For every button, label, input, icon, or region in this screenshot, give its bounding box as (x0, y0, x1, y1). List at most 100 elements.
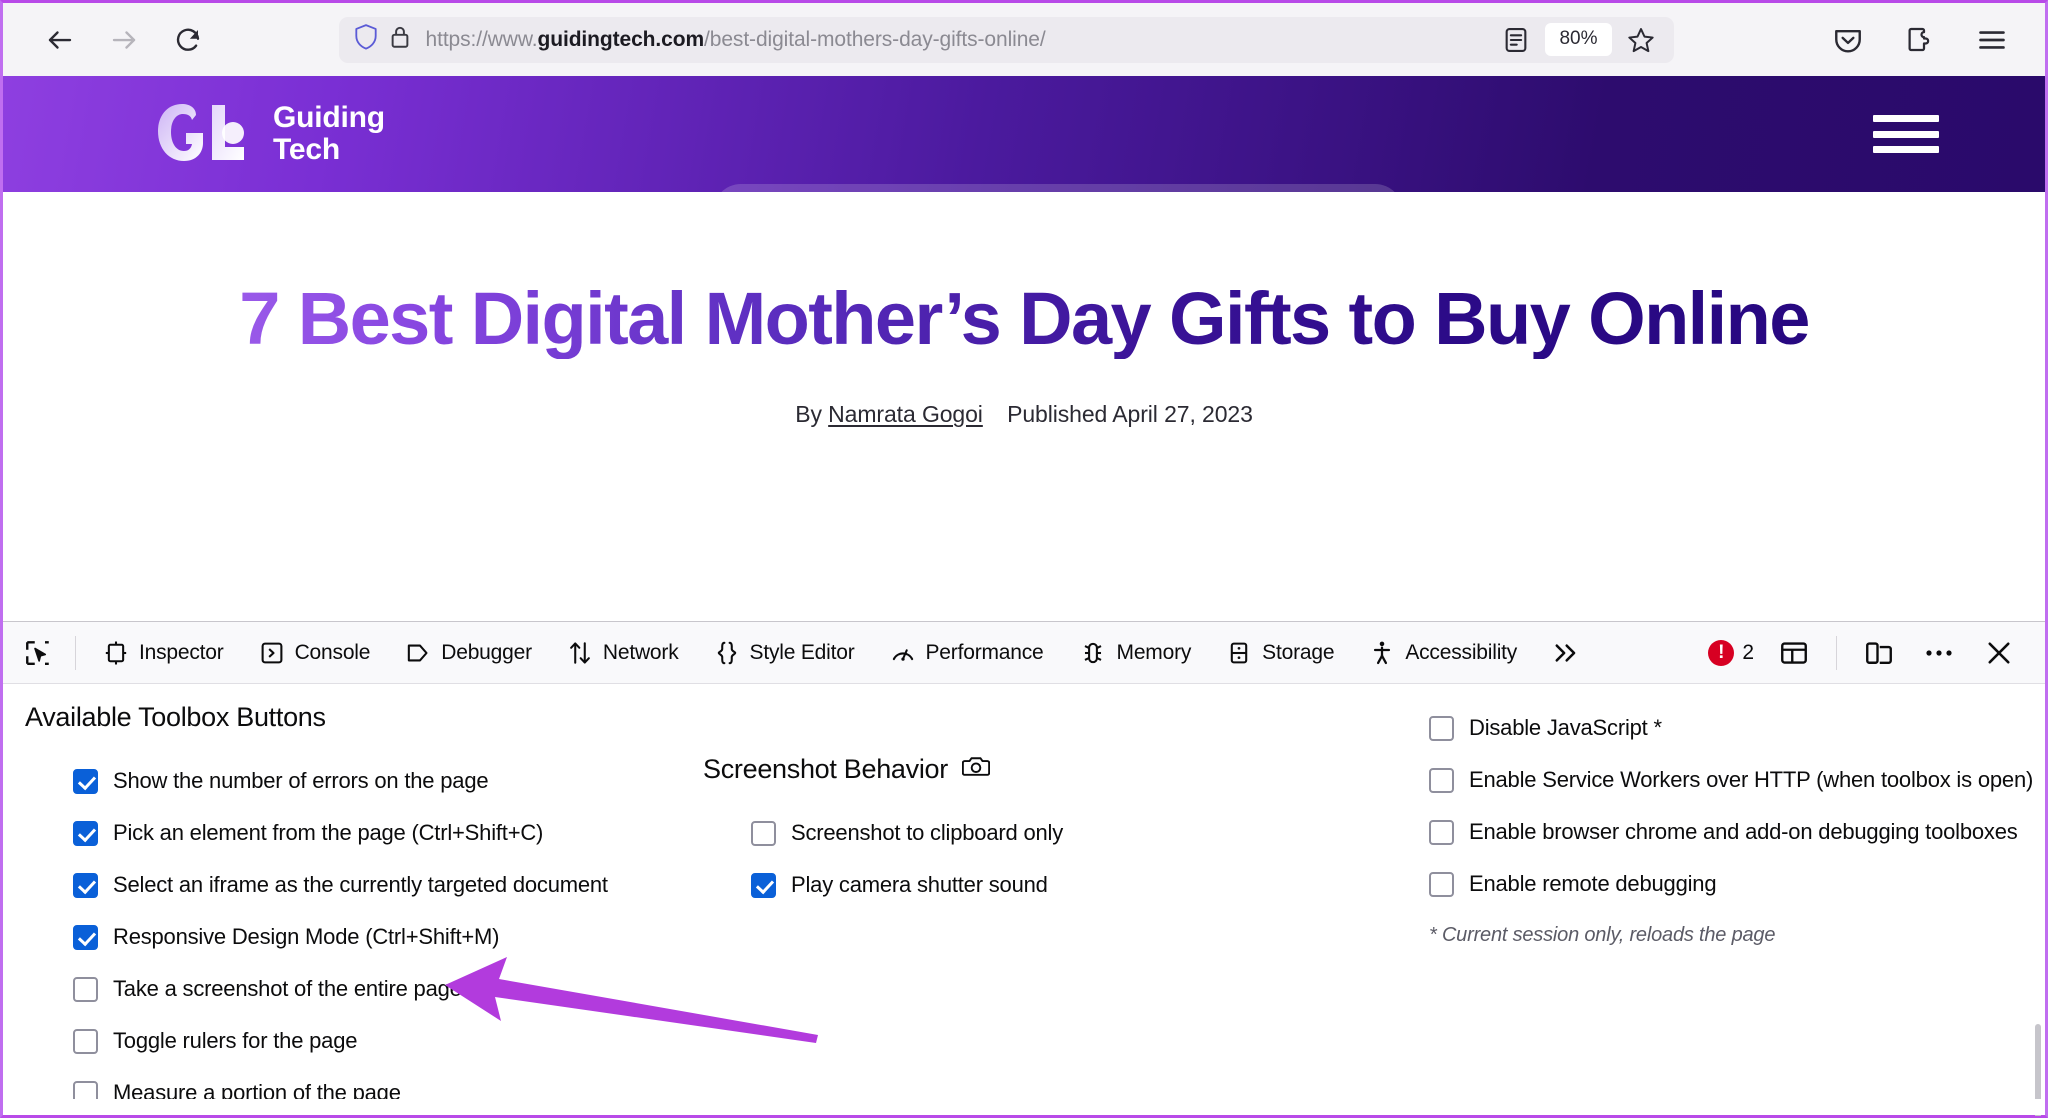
guiding-tech-logo-icon (156, 103, 251, 165)
devtools-meatball-menu-icon[interactable] (1914, 630, 1964, 676)
checkbox-row-show-errors[interactable]: Show the number of errors on the page (25, 755, 703, 807)
article-hero: 7 Best Digital Mother’s Day Gifts to Buy… (3, 192, 2045, 617)
checkbox-disable-javascript[interactable] (1429, 715, 1454, 741)
checkbox-row-remote-debugging[interactable]: Enable remote debugging (1415, 858, 2045, 910)
address-bar-actions: 80% (1497, 21, 1659, 59)
checkbox-select-iframe[interactable] (73, 872, 98, 898)
checkbox-row-disable-javascript[interactable]: Disable JavaScript * (1415, 702, 2045, 754)
zoom-level-badge[interactable]: 80% (1545, 23, 1612, 56)
tracking-protection-shield-icon[interactable] (353, 23, 379, 56)
url-host: guidingtech.com (537, 27, 705, 51)
label-pick-element: Pick an element from the page (Ctrl+Shif… (113, 820, 544, 845)
style-editor-icon (715, 640, 739, 666)
close-devtools-icon[interactable] (1974, 630, 2024, 676)
label-select-iframe: Select an iframe as the currently target… (113, 872, 608, 897)
tab-console[interactable]: Console (242, 622, 389, 684)
checkbox-service-workers[interactable] (1429, 767, 1454, 793)
checkbox-row-service-workers[interactable]: Enable Service Workers over HTTP (when t… (1415, 754, 2045, 806)
tab-style-editor[interactable]: Style Editor (697, 622, 873, 684)
hamburger-menu-icon[interactable] (1971, 19, 2013, 61)
checkbox-row-select-iframe[interactable]: Select an iframe as the currently target… (25, 859, 703, 911)
reload-button[interactable] (165, 17, 211, 63)
tab-storage[interactable]: Storage (1209, 622, 1352, 684)
checkbox-screenshot-clipboard[interactable] (751, 820, 776, 846)
browser-toolbar: https://www.guidingtech.com/best-digital… (3, 3, 2045, 76)
tab-network[interactable]: Network (550, 622, 697, 684)
checkbox-remote-debugging[interactable] (1429, 871, 1454, 897)
forward-button[interactable] (101, 17, 147, 63)
label-screenshot-clipboard: Screenshot to clipboard only (791, 820, 1064, 845)
tab-debugger-label: Debugger (441, 640, 532, 664)
lock-icon[interactable] (389, 24, 411, 55)
tabs-overflow-chevron-icon[interactable] (1535, 640, 1597, 666)
devtools-toolbar: Inspector Console Debugger Network Style… (3, 622, 2045, 684)
checkbox-row-screenshot-clipboard[interactable]: Screenshot to clipboard only (703, 807, 1403, 859)
tab-performance[interactable]: Performance (873, 622, 1062, 684)
camera-icon (961, 754, 991, 785)
address-bar[interactable]: https://www.guidingtech.com/best-digital… (338, 16, 1674, 63)
devtools-scrollbar[interactable] (2034, 746, 2042, 1116)
screenshot-section-title-text: Screenshot Behavior (703, 754, 948, 784)
element-picker-icon[interactable] (11, 630, 65, 676)
url-text[interactable]: https://www.guidingtech.com/best-digital… (421, 28, 1488, 52)
checkbox-row-shutter-sound[interactable]: Play camera shutter sound (703, 859, 1403, 911)
checkbox-pick-element[interactable] (73, 820, 98, 846)
dock-position-icon[interactable] (1769, 630, 1819, 676)
checkbox-row-pick-element[interactable]: Pick an element from the page (Ctrl+Shif… (25, 807, 703, 859)
available-toolbox-buttons-section: Available Toolbox Buttons Show the numbe… (3, 702, 703, 1116)
toolbox-section-title: Available Toolbox Buttons (25, 702, 326, 732)
checkbox-responsive-design-mode[interactable] (73, 924, 98, 950)
burger-line-1 (1873, 115, 1939, 122)
back-button[interactable] (37, 17, 83, 63)
checkbox-browser-chrome-debugging[interactable] (1429, 819, 1454, 845)
tab-inspector[interactable]: Inspector (86, 622, 242, 684)
devtools-toolbar-actions: ! 2 (1698, 630, 2045, 676)
burger-line-3 (1873, 146, 1939, 153)
debugger-icon (406, 641, 430, 665)
url-scheme: https://www. (425, 27, 538, 51)
tab-debugger[interactable]: Debugger (388, 622, 550, 684)
site-search-box[interactable]: Tips, tricks, buying guides & more… (713, 184, 1403, 240)
performance-icon (891, 641, 915, 665)
browser-actions (1801, 19, 2023, 61)
checkbox-shutter-sound[interactable] (751, 872, 776, 898)
tab-network-label: Network (602, 640, 679, 664)
window-bottom-strip (3, 1099, 2045, 1115)
address-bar-container: https://www.guidingtech.com/best-digital… (211, 16, 1801, 63)
checkbox-row-responsive-design-mode[interactable]: Responsive Design Mode (Ctrl+Shift+M) (25, 911, 703, 963)
tab-inspector-label: Inspector (139, 640, 224, 664)
inspector-icon (104, 640, 128, 666)
label-disable-javascript: Disable JavaScript * (1469, 715, 1662, 740)
error-count-badge[interactable]: ! 2 (1698, 639, 1764, 666)
reader-view-icon[interactable] (1497, 21, 1535, 59)
site-menu-button[interactable] (1873, 111, 1939, 157)
bookmark-star-icon[interactable] (1622, 21, 1660, 59)
checkbox-row-take-screenshot[interactable]: Take a screenshot of the entire page (25, 963, 703, 1015)
site-brand-name: Guiding Tech (273, 101, 385, 166)
brand-line-2: Tech (273, 133, 340, 166)
pocket-icon[interactable] (1827, 19, 1869, 61)
checkbox-take-screenshot[interactable] (73, 976, 98, 1002)
browser-window: https://www.guidingtech.com/best-digital… (0, 0, 2048, 1118)
tab-memory[interactable]: Memory (1062, 622, 1210, 684)
label-service-workers: Enable Service Workers over HTTP (when t… (1469, 767, 2034, 792)
checkbox-show-errors[interactable] (73, 768, 98, 794)
checkbox-row-browser-chrome-debugging[interactable]: Enable browser chrome and add-on debuggi… (1415, 806, 2045, 858)
navigation-buttons (25, 17, 211, 63)
toolbar-divider (75, 635, 76, 670)
console-icon (260, 641, 284, 665)
label-show-errors: Show the number of errors on the page (113, 768, 489, 793)
checkbox-row-toggle-rulers[interactable]: Toggle rulers for the page (25, 1015, 703, 1067)
author-link[interactable]: Namrata Gogoi (828, 401, 983, 427)
responsive-design-mode-icon[interactable] (1854, 630, 1904, 676)
site-logo[interactable]: Guiding Tech (51, 101, 385, 166)
label-browser-chrome-debugging: Enable browser chrome and add-on debuggi… (1469, 819, 2018, 844)
byline-prefix: By (795, 401, 822, 428)
screenshot-section-title: Screenshot Behavior (703, 754, 1403, 785)
extensions-icon[interactable] (1899, 19, 1941, 61)
checkbox-toggle-rulers[interactable] (73, 1028, 98, 1054)
devtools-settings-panel: Available Toolbox Buttons Show the numbe… (3, 684, 2045, 1116)
search-icon (739, 195, 769, 230)
tab-accessibility[interactable]: Accessibility (1352, 622, 1535, 684)
advanced-settings-section: Disable JavaScript * Enable Service Work… (1403, 702, 2045, 947)
